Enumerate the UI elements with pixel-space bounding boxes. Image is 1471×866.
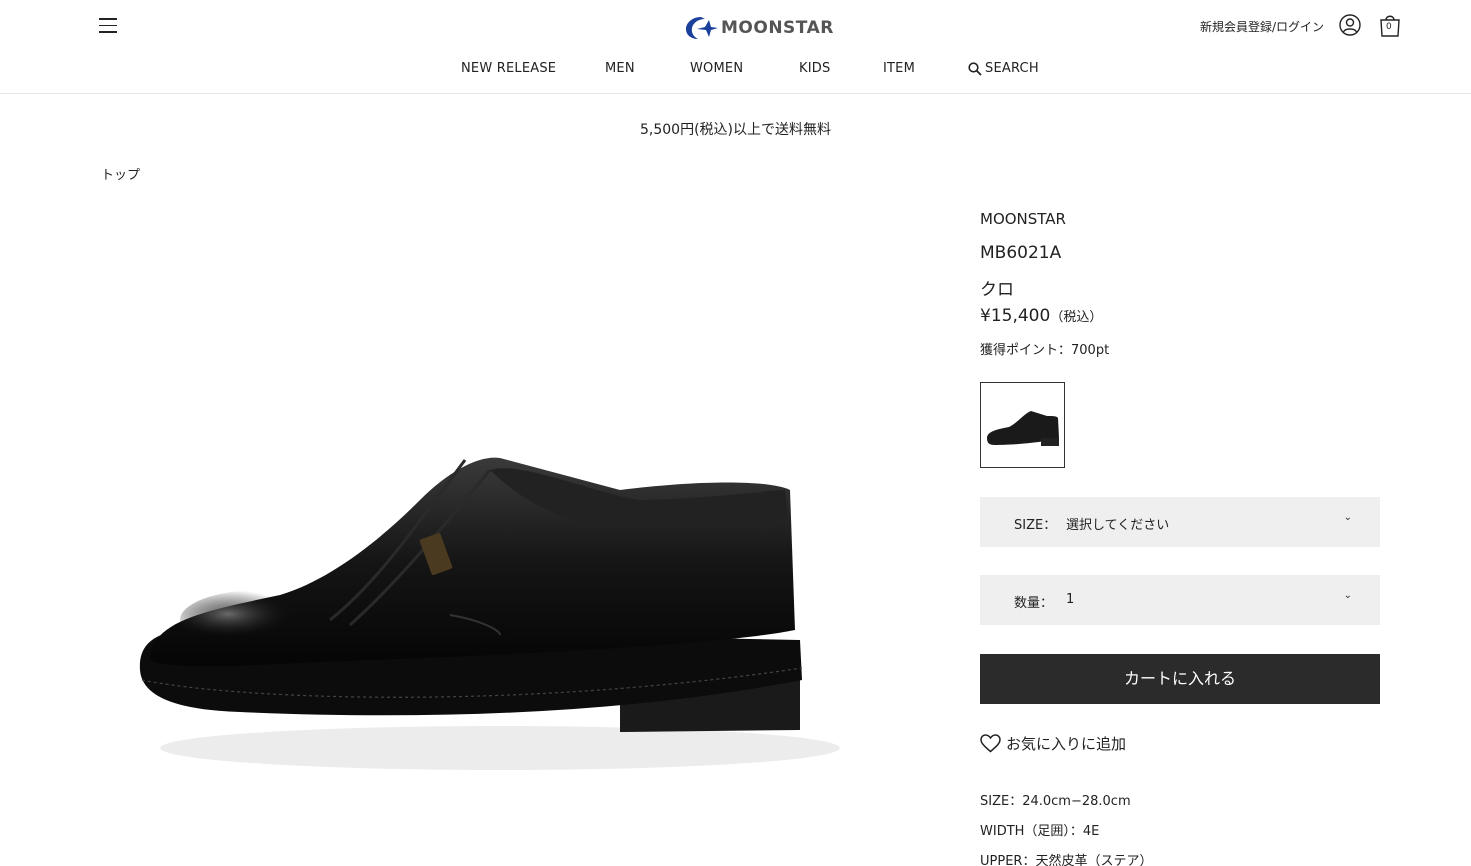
add-to-favorites[interactable]: お気に入りに追加: [980, 733, 1126, 754]
nav-item[interactable]: ITEM: [883, 61, 915, 76]
breadcrumb-home[interactable]: トップ: [101, 164, 140, 183]
main-nav: NEW RELEASE MEN WOMEN KIDS ITEM SEARCH: [0, 61, 1471, 81]
nav-new-release[interactable]: NEW RELEASE: [461, 61, 556, 76]
product-model: MB6021A: [980, 243, 1062, 263]
product-main-image: [139, 457, 840, 770]
thumbnail-image: [987, 411, 1059, 446]
quantity-select[interactable]: 数量： 1 ⌄: [980, 575, 1380, 625]
nav-search-label: SEARCH: [985, 61, 1039, 76]
shipping-notice: 5,500円(税込)以上で送料無料: [639, 122, 831, 138]
quantity-label: 数量：: [1014, 596, 1054, 611]
site-header: MOONSTAR 新規会員登録/ログイン 0 NEW RELEASE MEN W…: [0, 0, 1471, 94]
add-to-cart-button[interactable]: カートに入れる: [980, 654, 1380, 704]
spec-width: WIDTH（足囲）：4E: [980, 824, 1100, 839]
nav-women[interactable]: WOMEN: [690, 61, 743, 76]
cart-count-badge: 0: [1386, 22, 1392, 32]
moonstar-logo-icon: [686, 17, 718, 39]
nav-kids[interactable]: KIDS: [799, 61, 830, 76]
product-brand: MOONSTAR: [980, 210, 1066, 228]
size-value: 選択してください: [1066, 518, 1170, 533]
chevron-down-icon: ⌄: [1343, 590, 1352, 601]
login-link[interactable]: 新規会員登録/ログイン: [1200, 18, 1324, 35]
search-icon: [968, 61, 982, 76]
quantity-value: 1: [1066, 592, 1075, 607]
size-label: SIZE：: [1014, 518, 1057, 533]
spec-size: SIZE：24.0cm−28.0cm: [980, 794, 1131, 809]
heart-icon: [980, 734, 1001, 753]
favorites-label: お気に入りに追加: [1006, 735, 1127, 753]
reward-points: 獲得ポイント：700pt: [980, 343, 1110, 358]
nav-search[interactable]: SEARCH: [968, 61, 1039, 76]
logo[interactable]: MOONSTAR: [685, 14, 834, 42]
user-icon[interactable]: [1339, 14, 1361, 36]
size-select[interactable]: SIZE： 選択してください ⌄: [980, 497, 1380, 547]
hamburger-icon[interactable]: [99, 18, 118, 34]
product-thumbnail[interactable]: [980, 382, 1065, 468]
spec-upper: UPPER：天然皮革（ステア）: [980, 854, 1153, 866]
price-value: ¥15,400: [980, 306, 1051, 326]
product-color: クロ: [980, 280, 1014, 300]
nav-men[interactable]: MEN: [605, 61, 635, 76]
logo-text: MOONSTAR: [721, 18, 834, 38]
product-price: ¥15,400（税込）: [980, 306, 1102, 326]
chevron-down-icon: ⌄: [1343, 512, 1352, 523]
tax-note: （税込）: [1050, 310, 1103, 325]
